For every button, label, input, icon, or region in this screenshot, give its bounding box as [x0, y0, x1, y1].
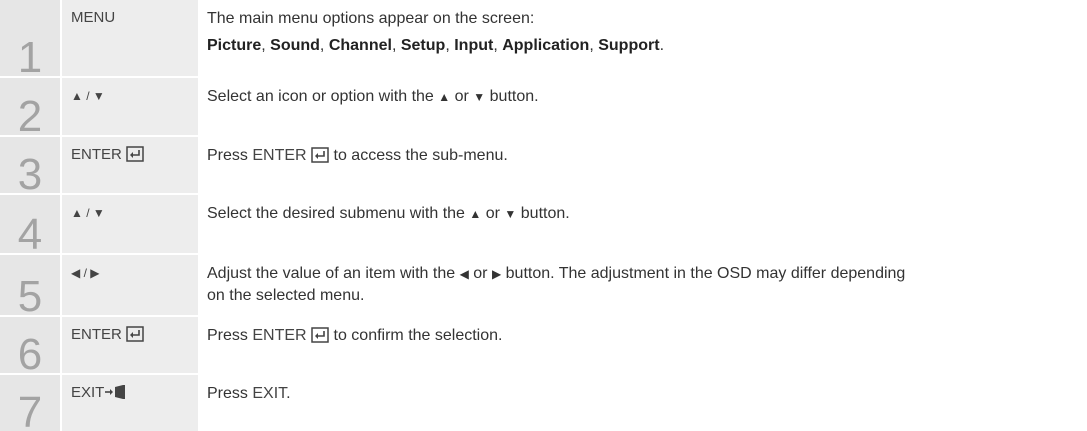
step-description: Select the desired submenu with the ▲ or… [207, 205, 570, 222]
step-key-label: MENU [62, 0, 198, 76]
step-row-3: 3 ENTER Press ENTER to access the sub-me… [0, 137, 1087, 193]
menu-option: Channel [328, 37, 392, 54]
up-arrow-icon: ▲ [438, 90, 451, 104]
menu-option: Setup [400, 37, 446, 54]
step-row-2: 2 ▲ / ▼ Select an icon or option with th… [0, 78, 1087, 135]
menu-option: Picture [207, 37, 262, 54]
step-number: 7 [0, 375, 60, 431]
enter-icon [126, 326, 144, 342]
step-key-label: ◀ / ▶ [62, 255, 198, 315]
enter-icon [311, 327, 329, 343]
right-arrow-icon: ▶ [491, 267, 502, 281]
left-arrow-icon: ◀ [459, 267, 469, 281]
step-description: Select an icon or option with the ▲ or ▼… [207, 88, 539, 105]
menu-option: Input [454, 37, 494, 54]
step-description: Adjust the value of an item with the ◀ o… [207, 265, 906, 304]
down-arrow-icon: ▼ [473, 90, 486, 104]
step-key-label: ENTER [62, 137, 198, 193]
enter-icon [126, 146, 144, 162]
step-key-label: EXIT [62, 375, 198, 431]
step-number: 1 [0, 0, 60, 76]
step-number: 2 [0, 78, 60, 135]
menu-options-list: Picture, Sound, Channel, Setup, Input, A… [207, 37, 665, 54]
step-key-label: ▲ / ▼ [62, 195, 198, 253]
step-description-text: The main menu options appear on the scre… [207, 10, 535, 27]
step-row-5: 5 ◀ / ▶ Adjust the value of an item with… [0, 255, 1087, 315]
step-row-7: 7 EXIT Press EXIT. [0, 375, 1087, 431]
menu-steps-table: 1 MENU The main menu options appear on t… [0, 0, 1087, 431]
step-row-1: 1 MENU The main menu options appear on t… [0, 0, 1087, 76]
step-description: Press EXIT. [207, 385, 291, 402]
step-description: The main menu options appear on the scre… [198, 0, 1087, 76]
up-arrow-icon: ▲ [469, 207, 482, 221]
step-number: 6 [0, 317, 60, 373]
step-description: Press ENTER to confirm the selection. [207, 327, 503, 344]
menu-option: Support [598, 37, 660, 54]
step-row-6: 6 ENTER Press ENTER to confirm the selec… [0, 317, 1087, 373]
step-number: 5 [0, 255, 60, 315]
menu-option: Application [502, 37, 590, 54]
step-key-label: ▲ / ▼ [62, 78, 198, 135]
enter-icon [311, 147, 329, 163]
step-key-label: ENTER [62, 317, 198, 373]
step-row-4: 4 ▲ / ▼ Select the desired submenu with … [0, 195, 1087, 253]
exit-icon [105, 385, 126, 399]
menu-option: Sound [270, 37, 320, 54]
step-number: 4 [0, 195, 60, 253]
step-number: 3 [0, 137, 60, 193]
down-arrow-icon: ▼ [504, 207, 517, 221]
step-description: Press ENTER to access the sub-menu. [207, 147, 508, 164]
